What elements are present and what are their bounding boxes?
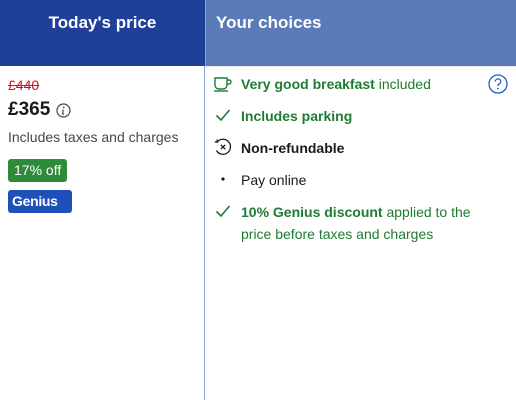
- discount-badge: 17% off: [8, 159, 68, 182]
- genius-badge: Genius: [8, 190, 72, 213]
- breakfast-suffix: included: [374, 76, 431, 92]
- payment-label: Pay online: [241, 172, 307, 188]
- todays-price-header: Today's price: [0, 0, 205, 66]
- refund-label: Non-refundable: [241, 140, 345, 156]
- payment-feature: Pay online: [213, 169, 306, 191]
- genius-discount-label: 10% Genius discount: [241, 204, 383, 220]
- coffee-cup-icon: [213, 73, 233, 93]
- parking-label: Includes parking: [241, 108, 353, 124]
- your-choices-header: Your choices: [205, 0, 516, 66]
- genius-discount-feature: 10% Genius discount applied to the price…: [213, 201, 503, 245]
- checkmark-icon: [213, 201, 233, 221]
- refund-feature: Non-refundable: [213, 137, 344, 159]
- help-icon[interactable]: [488, 74, 508, 94]
- breakfast-label: Very good breakfast: [241, 76, 375, 92]
- price-column: £440 £365 Includes taxes and charges 17%…: [0, 66, 205, 400]
- price-row: £365: [8, 99, 196, 121]
- original-price: £440: [8, 77, 40, 93]
- breakfast-feature: Very good breakfast included: [213, 73, 431, 95]
- info-icon[interactable]: [56, 102, 71, 118]
- non-refundable-icon: [213, 137, 233, 157]
- checkmark-icon: [213, 105, 233, 125]
- taxes-note: Includes taxes and charges: [8, 129, 179, 145]
- table-header: Today's price Your choices: [0, 0, 516, 66]
- current-price: £365: [8, 99, 51, 120]
- choices-column: Very good breakfast included Includes pa…: [205, 66, 516, 400]
- bullet-icon: [213, 169, 233, 189]
- parking-feature: Includes parking: [213, 105, 352, 127]
